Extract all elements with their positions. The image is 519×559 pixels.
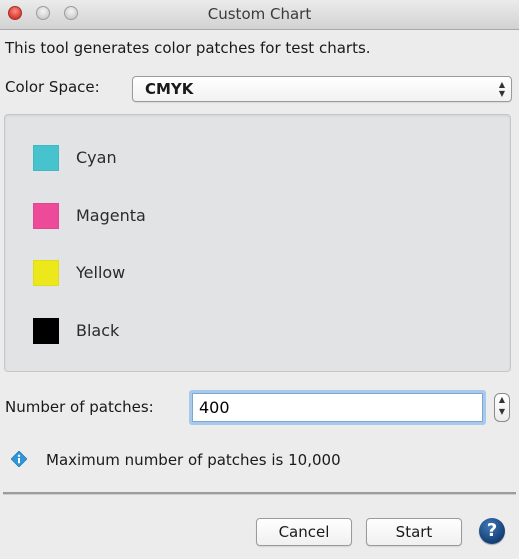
stepper-up-icon[interactable]: ▲ xyxy=(499,395,505,404)
stepper-down-icon[interactable]: ▼ xyxy=(499,407,505,416)
start-button[interactable]: Start xyxy=(366,518,462,546)
patches-stepper[interactable]: ▲ ▼ xyxy=(494,393,510,422)
cancel-button[interactable]: Cancel xyxy=(256,518,352,546)
black-swatch xyxy=(33,318,59,344)
ink-label: Magenta xyxy=(76,206,146,225)
ink-label: Cyan xyxy=(76,148,117,167)
title-bar: Custom Chart xyxy=(0,0,519,30)
info-icon xyxy=(11,451,27,467)
cyan-swatch xyxy=(33,145,59,171)
ink-label: Black xyxy=(76,321,120,340)
help-icon[interactable]: ? xyxy=(479,518,505,544)
updown-arrows-icon: ▲ ▼ xyxy=(498,80,505,98)
description-text: This tool generates color patches for te… xyxy=(5,39,371,57)
yellow-swatch xyxy=(33,260,59,286)
magenta-swatch xyxy=(33,203,59,229)
color-space-select[interactable]: CMYK ▲ ▼ xyxy=(132,76,512,102)
color-space-value: CMYK xyxy=(145,80,194,98)
patches-input[interactable] xyxy=(192,393,483,422)
color-space-label: Color Space: xyxy=(5,78,100,96)
divider xyxy=(3,492,516,495)
window-title: Custom Chart xyxy=(207,5,312,23)
inks-panel: Cyan Magenta Yellow Black xyxy=(4,114,511,372)
patches-label: Number of patches: xyxy=(5,398,154,416)
info-text: Maximum number of patches is 10,000 xyxy=(46,451,341,469)
ink-label: Yellow xyxy=(76,263,126,282)
